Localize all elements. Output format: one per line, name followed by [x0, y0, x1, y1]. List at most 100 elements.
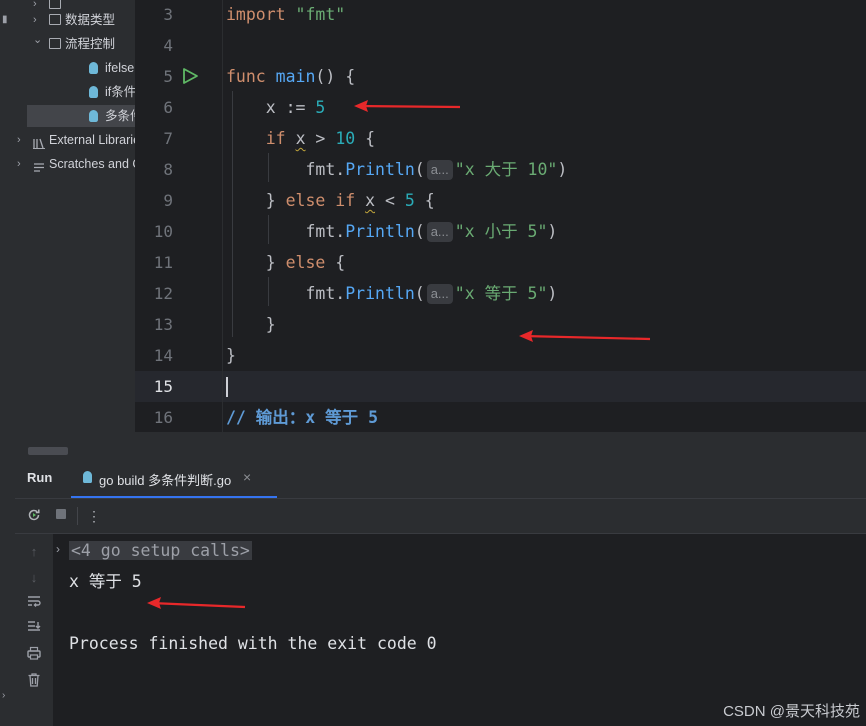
indent-guide — [268, 215, 269, 244]
code-editor[interactable]: 3 import "fmt" 4 5 func main() {6 x := 57 if… — [135, 0, 866, 432]
line-number: 4 — [163, 36, 173, 55]
annotation-arrow — [354, 100, 461, 112]
parameter-hint: a... — [426, 284, 453, 304]
library-icon — [33, 134, 45, 149]
scratches-icon — [33, 158, 45, 172]
trash-icon[interactable] — [24, 672, 44, 692]
chevron-right-icon[interactable]: › — [33, 9, 43, 31]
go-file-icon — [89, 62, 98, 74]
chevron-right-icon[interactable]: › — [17, 129, 27, 151]
run-gutter-icon[interactable] — [181, 67, 199, 90]
run-toolbar: ⋮ — [15, 498, 866, 534]
code-line[interactable]: 9 } else if x < 5 { — [135, 185, 866, 216]
annotation-arrow — [147, 597, 246, 609]
code-line[interactable]: 7 if x > 10 { — [135, 123, 866, 154]
tree-scrollbar[interactable] — [28, 447, 68, 455]
watermark: CSDN @景天科技苑 — [723, 703, 860, 720]
code-token: else if — [285, 191, 366, 210]
tree-item-label: ifelse — [105, 61, 135, 75]
line-number: 9 — [163, 191, 173, 210]
code-line[interactable]: 5 func main() { — [135, 61, 866, 92]
tree-item[interactable]: › Scratches and Consoles — [15, 153, 135, 175]
folder-icon — [49, 14, 61, 25]
code-line[interactable]: 12 fmt.Println(a... "x 等于 5") — [135, 278, 866, 309]
code-line[interactable]: 15 — [135, 371, 866, 402]
code-text: fmt.Println(a... "x 小于 5") — [226, 216, 557, 247]
line-number: 8 — [163, 160, 173, 179]
chevron-down-icon[interactable]: ⌄ — [33, 29, 43, 51]
code-token: if — [265, 129, 296, 148]
tree-item-label: if条件 — [105, 85, 135, 99]
code-token: 10 — [335, 129, 356, 148]
more-icon[interactable]: ⋮ — [85, 507, 103, 525]
folded-setup-calls[interactable]: <4 go setup calls> — [69, 541, 252, 560]
code-text: func main() { — [226, 61, 355, 92]
code-line[interactable]: 11 } else { — [135, 247, 866, 278]
tree-item-label: 数据类型 — [65, 13, 116, 27]
code-line[interactable]: 10 fmt.Println(a... "x 小于 5") — [135, 216, 866, 247]
line-number: 6 — [163, 98, 173, 117]
tree-item-label: External Libraries — [49, 133, 135, 147]
line-number: 14 — [153, 346, 173, 365]
soft-wrap-icon[interactable] — [24, 594, 44, 614]
code-token: 5 — [315, 98, 326, 117]
code-token: "fmt" — [295, 5, 346, 24]
editor-horizontal-scrollbar[interactable] — [135, 432, 866, 456]
code-token: x := — [226, 98, 316, 117]
tree-item[interactable]: ⌄ 流程控制 — [15, 33, 135, 55]
go-file-icon — [89, 86, 98, 98]
code-text: } else { — [226, 247, 345, 278]
close-tab-icon[interactable]: × — [243, 469, 251, 485]
console-output[interactable]: › <4 go setup calls> x 等于 5 Process fini… — [53, 534, 866, 726]
arrow-down-icon[interactable]: ↓ — [24, 568, 44, 588]
code-token: 5 — [404, 191, 415, 210]
line-number: 16 — [153, 408, 173, 427]
code-line[interactable]: 4 — [135, 30, 866, 61]
line-number: 5 — [163, 67, 173, 86]
code-line[interactable]: 14} — [135, 340, 866, 371]
tree-item[interactable]: ifelse — [15, 57, 135, 79]
code-token: Println — [345, 284, 415, 303]
print-icon[interactable] — [24, 646, 44, 666]
rerun-icon[interactable] — [25, 507, 43, 525]
stop-icon[interactable] — [52, 507, 70, 525]
code-token: import — [226, 5, 296, 24]
code-token: "x 小于 5" — [454, 222, 548, 241]
code-token: { — [335, 253, 346, 272]
code-line[interactable]: 8 fmt.Println(a... "x 大于 10") — [135, 154, 866, 185]
code-token: ( — [414, 160, 425, 179]
code-token: } — [226, 253, 286, 272]
code-text: } — [226, 340, 236, 371]
tree-item[interactable]: › 数据类型 — [15, 9, 135, 31]
tree-item[interactable]: 多条件 — [27, 105, 135, 127]
line-number: 15 — [153, 377, 173, 396]
code-token: } — [226, 315, 276, 334]
code-token: ) — [557, 160, 568, 179]
code-line[interactable]: 13 } — [135, 309, 866, 340]
tree-item[interactable]: if条件 — [15, 81, 135, 103]
code-token: } — [226, 346, 236, 365]
code-token: "x 等于 5" — [454, 284, 548, 303]
line-number: 10 — [153, 222, 173, 241]
tool-strip-chevron-icon[interactable]: › — [2, 690, 5, 701]
code-token: { — [355, 129, 376, 148]
code-token: fmt. — [226, 222, 346, 241]
tree-item[interactable]: › External Libraries — [15, 129, 135, 151]
fold-expand-icon[interactable]: › — [56, 542, 60, 556]
code-line[interactable]: 6 x := 5 — [135, 92, 866, 123]
tool-strip-icon[interactable]: ▮ — [2, 14, 8, 25]
code-line[interactable]: 16 // 输出：x 等于 5 — [135, 402, 866, 433]
code-token: Println — [345, 160, 415, 179]
line-number: 3 — [163, 5, 173, 24]
arrow-up-icon[interactable]: ↑ — [24, 542, 44, 562]
go-file-icon — [89, 110, 98, 122]
indent-guide — [268, 277, 269, 306]
code-token: Println — [345, 222, 415, 241]
code-line[interactable]: 3 import "fmt" — [135, 0, 866, 30]
chevron-right-icon[interactable]: › — [17, 153, 27, 175]
code-token: ( — [414, 284, 425, 303]
run-panel-header: Run go build 多条件判断.go × — [15, 456, 866, 498]
code-token: ( — [414, 222, 425, 241]
line-number: 7 — [163, 129, 173, 148]
scroll-to-end-icon[interactable] — [24, 620, 44, 640]
